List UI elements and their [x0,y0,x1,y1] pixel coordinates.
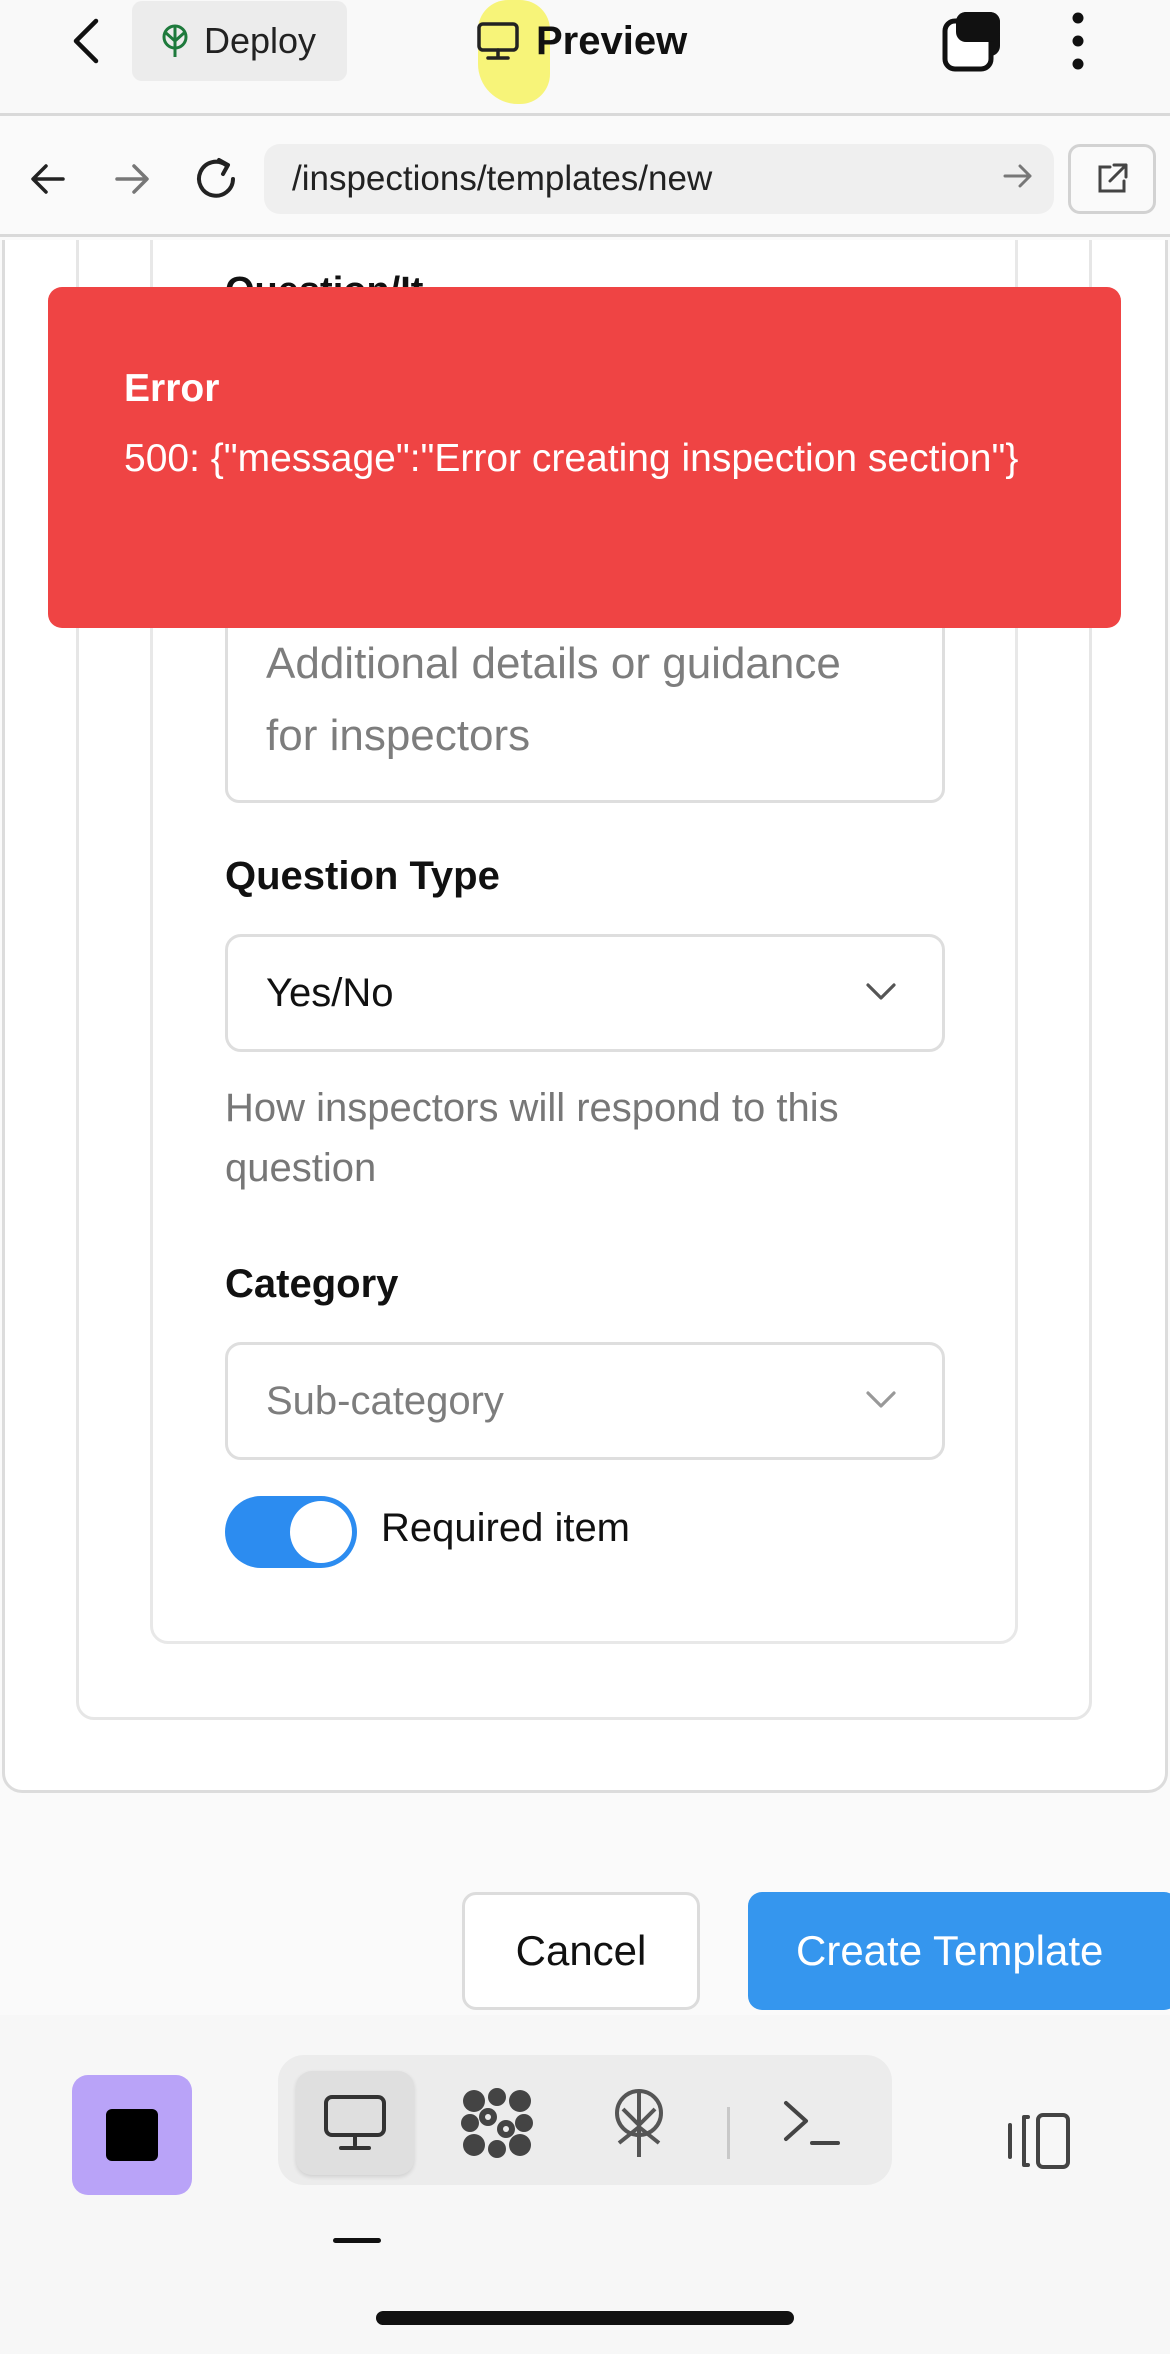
dots-grid-icon [461,2088,533,2158]
cancel-button[interactable]: Cancel [462,1892,700,2010]
layout-toggle-button[interactable] [998,2101,1078,2181]
question-type-help: How inspectors will respond to this ques… [225,1086,839,1190]
question-type-label: Question Type [225,854,500,898]
reload-icon [197,158,235,198]
tool-group [278,2055,892,2185]
browser-back-button[interactable] [18,149,78,209]
browser-toolbar: /inspections/templates/new [0,119,1170,237]
chevron-left-icon [73,18,99,64]
toast-message: 500: {"message":"Error creating inspecti… [124,437,1019,480]
question-type-select[interactable]: Yes/No [225,934,945,1052]
bottom-toolbar [0,2015,1170,2354]
url-field[interactable]: /inspections/templates/new [264,144,1054,214]
tabs-icon [942,12,1000,72]
workspace-tool-button[interactable] [438,2071,556,2175]
more-options-button[interactable] [1058,10,1098,72]
toast-title: Error [124,367,220,410]
chevron-down-icon [866,1391,896,1408]
required-toggle-label: Required item [381,1506,631,1550]
chevron-down-icon [866,983,896,1000]
url-text: /inspections/templates/new [292,159,713,198]
description-placeholder: Additional details or guidance for inspe… [266,639,841,760]
terminal-tool-button[interactable] [752,2071,870,2175]
app-top-bar: Deploy Preview [0,0,1170,116]
toggle-knob [290,1501,352,1563]
category-placeholder: Sub-category [266,1378,504,1423]
stop-icon [106,2109,158,2161]
external-link-icon [1098,163,1128,193]
category-select[interactable]: Sub-category [225,1342,945,1460]
open-external-button[interactable] [1068,144,1156,214]
arrow-right-icon[interactable] [1002,161,1034,191]
reload-button[interactable] [186,149,246,209]
question-type-value: Yes/No [266,970,394,1015]
home-indicator [376,2311,794,2325]
back-button[interactable] [58,12,114,70]
monitor-icon [324,2095,386,2150]
deploy-icon [162,24,188,57]
layout-icon [1008,2113,1070,2169]
stop-button[interactable] [72,2075,192,2195]
deploy-label: Deploy [204,20,317,61]
arrow-left-icon [31,164,65,194]
arrow-right-icon [115,164,149,194]
monitor-icon [477,22,519,60]
preview-tab[interactable]: Preview [476,8,687,74]
tabs-button[interactable] [940,8,1006,74]
deploy-icon [615,2089,663,2157]
preview-tool-button[interactable] [296,2071,414,2175]
toolbar-divider [727,2107,730,2159]
terminal-icon [784,2101,840,2145]
deploy-tool-button[interactable] [580,2071,698,2175]
error-toast[interactable]: Error 500: {"message":"Error creating in… [48,287,1121,628]
category-label: Category [225,1262,399,1306]
required-toggle[interactable] [225,1496,357,1568]
active-tab-indicator [333,2238,381,2243]
preview-label: Preview [536,18,688,63]
browser-forward-button[interactable] [102,149,162,209]
more-vertical-icon [1072,12,1084,70]
create-template-button[interactable]: Create Template [748,1892,1170,2010]
deploy-button[interactable]: Deploy [132,1,347,81]
